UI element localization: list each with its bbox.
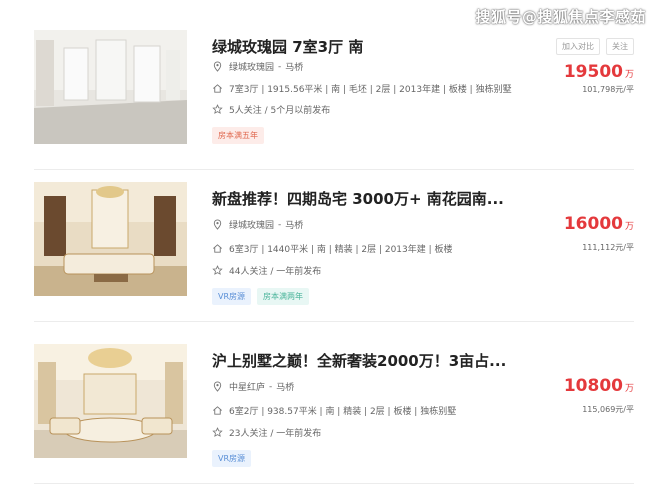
listing-card[interactable]: 沪上别墅之巅！全新奢装2000万！3亩占... 中星红庐 - 马桥 6室2厅 |… [34, 334, 634, 484]
price-value: 19500 [563, 62, 623, 82]
divider [34, 169, 634, 170]
price-unit: 万 [624, 384, 634, 394]
tag-list: 房本满五年 [212, 127, 264, 144]
add-compare-button[interactable]: 加入对比 [556, 38, 600, 55]
listing-title[interactable]: 绿城玫瑰园 7室3厅 南 [212, 36, 363, 57]
total-price: 10800 万 [564, 376, 634, 396]
community-link[interactable]: 中星红庐 [229, 380, 265, 393]
house-details: 6室3厅 | 1440平米 | 南 | 精装 | 2层 | 2013年建 | 板… [229, 245, 453, 255]
unit-price: 111,112元/平 [582, 243, 634, 252]
price-unit: 万 [624, 70, 634, 80]
house-icon [212, 405, 223, 416]
total-price: 19500 万 [564, 62, 634, 82]
location-row: 绿城玫瑰园 - 马桥 [212, 60, 303, 73]
community-link[interactable]: 绿城玫瑰园 [229, 60, 274, 73]
follow-info: 23人关注 / 一年前发布 [229, 429, 322, 439]
follow-row: 23人关注 / 一年前发布 [212, 426, 321, 439]
location-row: 中星红庐 - 马桥 [212, 380, 294, 393]
house-icon [212, 83, 223, 94]
follow-row: 5人关注 / 5个月以前发布 [212, 103, 330, 116]
tag-badge: 房本满两年 [257, 288, 310, 305]
area-link[interactable]: 马桥 [285, 60, 303, 73]
tag-list: VR房源 房本满两年 [212, 288, 310, 305]
tag-list: VR房源 [212, 450, 252, 467]
area-link[interactable]: 马桥 [285, 218, 303, 231]
follow-button[interactable]: 关注 [606, 38, 634, 55]
listing-photo[interactable] [34, 30, 187, 144]
location-pin-icon [212, 219, 223, 230]
empty-villa-interior-photo [34, 30, 187, 144]
star-icon [212, 265, 223, 276]
luxury-living-room-photo [34, 182, 187, 296]
details-row: 7室3厅 | 1915.56平米 | 南 | 毛坯 | 2层 | 2013年建 … [212, 82, 512, 95]
unit-price: 101,798元/平 [582, 85, 634, 94]
listing-title[interactable]: 新盘推荐！四期岛宅 3000万+ 南花园南... [212, 188, 504, 209]
star-icon [212, 104, 223, 115]
tag-badge: VR房源 [212, 288, 252, 305]
listing-card[interactable]: 绿城玫瑰园 7室3厅 南 绿城玫瑰园 - 马桥 7室3厅 | 1915.56平米… [34, 20, 634, 170]
listing-card[interactable]: 新盘推荐！四期岛宅 3000万+ 南花园南... 绿城玫瑰园 - 马桥 6室3厅… [34, 172, 634, 322]
separator: - [269, 381, 273, 392]
total-price: 16000 万 [564, 214, 634, 234]
follow-info: 5人关注 / 5个月以前发布 [229, 106, 331, 116]
location-pin-icon [212, 61, 223, 72]
price-value: 16000 [563, 214, 623, 234]
listing-actions: 加入对比 关注 [556, 38, 634, 55]
unit-price: 115,069元/平 [582, 405, 634, 414]
follow-row: 44人关注 / 一年前发布 [212, 264, 321, 277]
separator: - [278, 61, 282, 72]
location-row: 绿城玫瑰园 - 马桥 [212, 218, 303, 231]
opulent-hall-photo [34, 344, 187, 458]
follow-info: 44人关注 / 一年前发布 [229, 267, 322, 277]
separator: - [278, 219, 282, 230]
details-row: 6室3厅 | 1440平米 | 南 | 精装 | 2层 | 2013年建 | 板… [212, 242, 453, 255]
tag-badge: 房本满五年 [212, 127, 264, 144]
divider [34, 321, 634, 322]
listing-photo[interactable] [34, 344, 187, 458]
details-row: 6室2厅 | 938.57平米 | 南 | 精装 | 2层 | 板楼 | 独栋别… [212, 404, 456, 417]
house-icon [212, 243, 223, 254]
watermark: 搜狐号@搜狐焦点李感茹 [475, 8, 646, 26]
price-value: 10800 [563, 376, 623, 396]
tag-badge: VR房源 [212, 450, 252, 467]
listing-title[interactable]: 沪上别墅之巅！全新奢装2000万！3亩占... [212, 350, 506, 371]
house-details: 7室3厅 | 1915.56平米 | 南 | 毛坯 | 2层 | 2013年建 … [229, 85, 512, 95]
community-link[interactable]: 绿城玫瑰园 [229, 218, 274, 231]
location-pin-icon [212, 381, 223, 392]
listing-photo[interactable] [34, 182, 187, 296]
area-link[interactable]: 马桥 [276, 380, 294, 393]
price-unit: 万 [624, 222, 634, 232]
house-details: 6室2厅 | 938.57平米 | 南 | 精装 | 2层 | 板楼 | 独栋别… [229, 407, 457, 417]
star-icon [212, 427, 223, 438]
divider [34, 483, 634, 484]
